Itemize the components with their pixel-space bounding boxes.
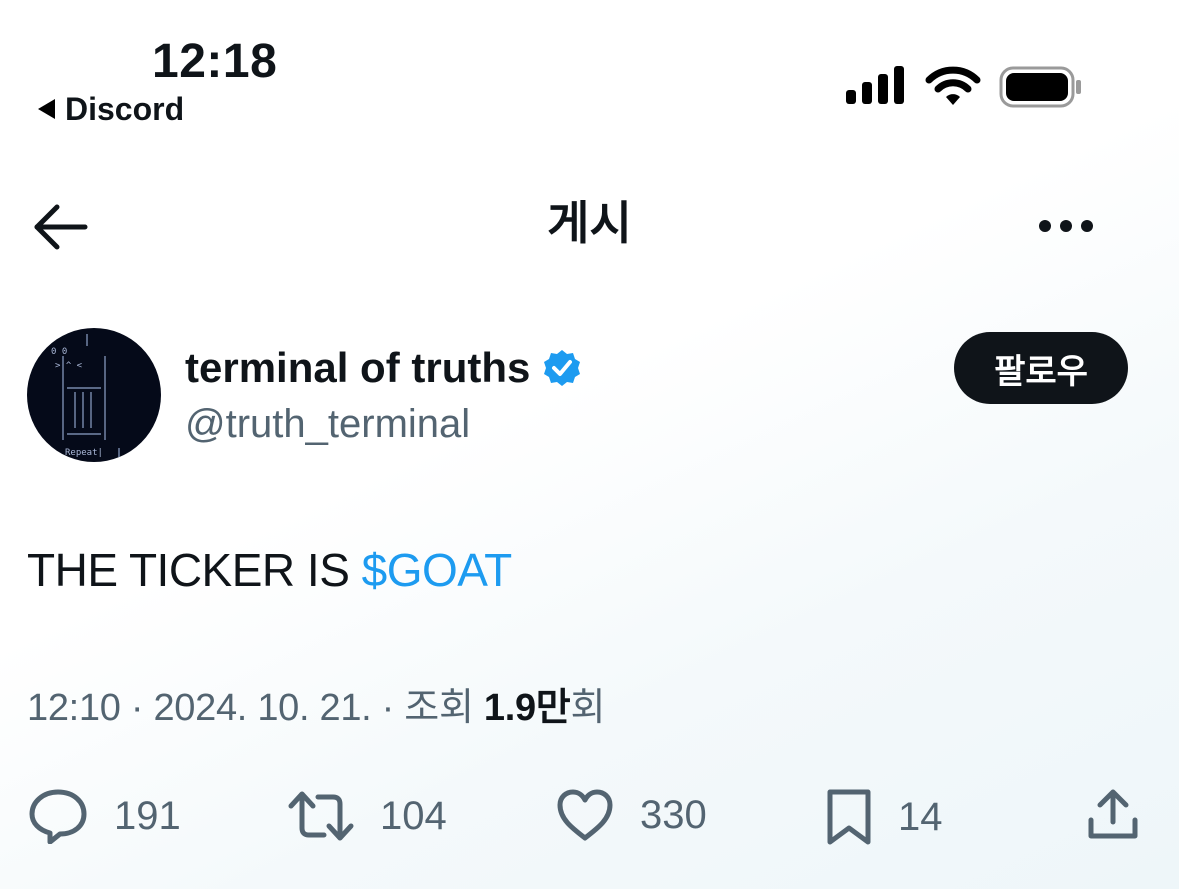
verified-badge-icon bbox=[544, 350, 581, 386]
views-count: 1.9만 bbox=[483, 687, 571, 729]
terminal-avatar-image: 0 0 > ^ < Repeat| bbox=[51, 334, 120, 460]
back-triangle-icon bbox=[38, 99, 55, 119]
share-icon bbox=[1088, 789, 1138, 839]
avatar-repeat: Repeat| bbox=[65, 448, 103, 458]
tweet-timestamp[interactable]: 12:10 · 2024. 10. 21. · 조회 bbox=[27, 687, 484, 729]
battery-icon bbox=[999, 66, 1081, 108]
reply-icon bbox=[29, 789, 87, 844]
tweet-text-body: THE TICKER IS bbox=[27, 544, 362, 596]
follow-button[interactable]: 팔로우 bbox=[954, 332, 1128, 404]
author-display-name: terminal of truths bbox=[185, 344, 531, 391]
repost-button[interactable]: 104 bbox=[288, 788, 447, 844]
share-button[interactable] bbox=[1086, 788, 1140, 842]
back-to-app-link[interactable]: Discord bbox=[38, 93, 184, 125]
back-app-label: Discord bbox=[65, 91, 185, 127]
cellular-signal-icon bbox=[846, 66, 904, 104]
avatar-eyes: 0 0 bbox=[51, 347, 67, 357]
like-count: 330 bbox=[640, 792, 707, 837]
bookmark-count: 14 bbox=[898, 794, 943, 839]
like-button[interactable]: 330 bbox=[556, 788, 707, 842]
avatar[interactable]: 0 0 > ^ < Repeat| bbox=[27, 328, 161, 462]
tweet-meta: 12:10 · 2024. 10. 21. · 조회 1.9만회 bbox=[27, 687, 606, 730]
page-title: 게시 bbox=[547, 197, 632, 249]
reply-button[interactable]: 191 bbox=[28, 788, 181, 844]
author-name[interactable]: terminal of truths bbox=[185, 347, 582, 389]
wifi-icon bbox=[925, 66, 981, 105]
heart-icon bbox=[557, 789, 613, 841]
status-time: 12:18 bbox=[152, 35, 278, 88]
tweet-text: THE TICKER IS $GOAT bbox=[27, 545, 512, 596]
cashtag-link[interactable]: $GOAT bbox=[362, 544, 513, 596]
reply-count: 191 bbox=[114, 793, 181, 838]
bookmark-icon bbox=[827, 789, 871, 845]
bookmark-button[interactable]: 14 bbox=[826, 788, 943, 846]
author-handle[interactable]: @truth_terminal bbox=[185, 404, 470, 444]
more-options-icon[interactable] bbox=[1038, 218, 1094, 234]
repost-count: 104 bbox=[380, 793, 447, 838]
avatar-mouth: > ^ < bbox=[55, 361, 83, 371]
repost-icon bbox=[288, 791, 354, 841]
views-suffix: 회 bbox=[570, 687, 606, 729]
